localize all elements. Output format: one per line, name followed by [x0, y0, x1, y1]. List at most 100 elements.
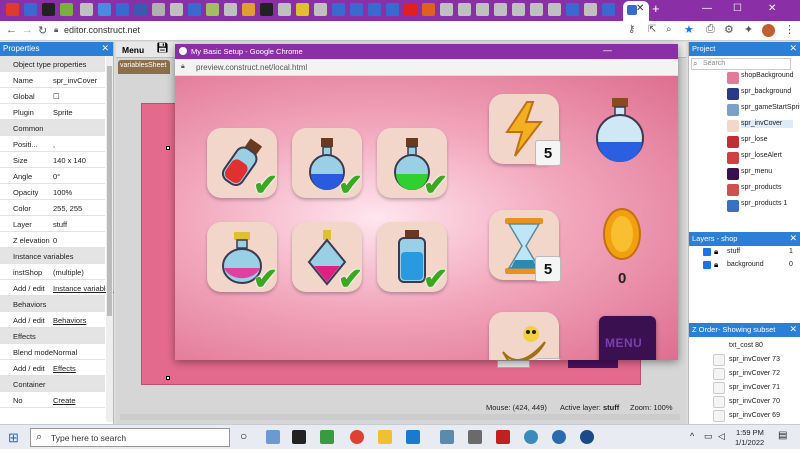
tab-favicon[interactable] [116, 3, 129, 16]
property-section[interactable]: Object type properties [0, 56, 105, 72]
share-icon[interactable]: ⇱ [648, 24, 656, 35]
property-value[interactable]: 0° [53, 172, 60, 181]
property-link[interactable]: Create [53, 396, 76, 405]
tab-favicon[interactable] [98, 3, 111, 16]
active-tab[interactable]: ✕ [623, 1, 649, 21]
forward-icon[interactable]: → [22, 24, 33, 36]
tab-favicon[interactable] [602, 3, 615, 16]
chrome-taskbar-icon[interactable] [350, 430, 364, 444]
tab-variables-sheet[interactable]: variablesSheet [118, 60, 170, 74]
potion-card[interactable]: ✔ [292, 128, 363, 202]
property-value[interactable]: , [53, 140, 55, 149]
property-link[interactable]: Behaviors [53, 316, 86, 325]
maximize-icon[interactable]: ☐ [733, 3, 742, 14]
back-icon[interactable]: ← [6, 24, 17, 36]
reload-icon[interactable]: ↻ [38, 24, 47, 37]
project-item[interactable]: spr_menu [741, 168, 793, 176]
layer-item[interactable]: background [727, 261, 764, 268]
minimize-icon[interactable]: — [603, 45, 612, 55]
tab-favicon[interactable] [368, 3, 381, 16]
tab-favicon[interactable] [566, 3, 579, 16]
tab-favicon[interactable] [332, 3, 345, 16]
property-value[interactable]: 140 x 140 [53, 156, 86, 165]
zorder-item[interactable]: spr_invCover 72 [729, 370, 780, 377]
minimize-icon[interactable]: — [702, 3, 712, 14]
property-section[interactable]: Common [0, 120, 105, 136]
potion-card[interactable]: ✔ [207, 128, 278, 202]
tab-favicon[interactable] [422, 3, 435, 16]
tab-favicon[interactable] [24, 3, 37, 16]
property-value[interactable]: stuff [53, 220, 67, 229]
vertical-scrollbar[interactable] [106, 56, 113, 422]
settings-icon[interactable]: ⚙ [724, 23, 734, 36]
project-item[interactable]: spr_loseAlert [741, 152, 793, 160]
lock-icon[interactable]: 🔒︎ [54, 25, 58, 35]
tab-favicon[interactable] [458, 3, 471, 16]
zorder-item[interactable]: spr_invCover 69 [729, 412, 780, 419]
tab-favicon[interactable] [80, 3, 93, 16]
tab-favicon[interactable] [60, 3, 73, 16]
tab-favicon[interactable] [188, 3, 201, 16]
app-icon[interactable] [468, 430, 482, 444]
tab-favicon[interactable] [224, 3, 237, 16]
property-value[interactable]: (multiple) [53, 268, 84, 277]
powerup-card[interactable]: 5 [489, 312, 561, 360]
tab-favicon[interactable] [42, 3, 55, 16]
close-icon[interactable]: ✕ [789, 324, 797, 335]
clock-date[interactable]: 1/1/2022 [735, 438, 764, 447]
close-icon[interactable]: ✕ [101, 43, 109, 54]
close-icon[interactable]: ✕ [789, 233, 797, 244]
tab-favicon[interactable] [512, 3, 525, 16]
more-menu-icon[interactable]: ⋮ [784, 23, 795, 36]
app-icon[interactable] [524, 430, 538, 444]
app-icon[interactable] [320, 430, 334, 444]
property-value[interactable]: 100% [53, 188, 72, 197]
tray-chevron-icon[interactable]: ^ [690, 431, 694, 441]
property-section[interactable]: Container [0, 376, 105, 392]
tab-favicon[interactable] [170, 3, 183, 16]
potion-card[interactable]: ✔ [377, 222, 448, 296]
scrollbar-thumb[interactable] [107, 66, 112, 316]
tab-favicon[interactable] [6, 3, 19, 16]
tab-favicon[interactable] [278, 3, 291, 16]
notifications-icon[interactable]: ▤ [778, 430, 787, 441]
menu-button[interactable]: Menu [122, 45, 144, 55]
tab-favicon[interactable] [296, 3, 309, 16]
bookmark-star-icon[interactable]: ★ [684, 23, 694, 36]
tab-favicon[interactable] [530, 3, 543, 16]
app-icon[interactable] [580, 430, 594, 444]
project-search[interactable]: ⌕ Search [691, 58, 791, 70]
layer-visible-checkbox[interactable] [703, 261, 711, 269]
property-link[interactable]: Effects [53, 364, 76, 373]
file-explorer-icon[interactable] [378, 430, 392, 444]
selection-handle[interactable] [166, 146, 170, 150]
tab-favicon[interactable] [476, 3, 489, 16]
property-section[interactable]: Behaviors [0, 296, 105, 312]
windows-start-icon[interactable]: ⊞ [8, 430, 19, 446]
property-section[interactable]: Instance variables [0, 248, 105, 264]
project-item[interactable]: spr_invCover [741, 120, 793, 128]
new-tab-icon[interactable]: + [652, 1, 660, 16]
tab-favicon[interactable] [152, 3, 165, 16]
property-link[interactable]: Instance variables [53, 284, 113, 293]
volume-icon[interactable]: ◁ [718, 431, 725, 442]
profile-avatar[interactable] [762, 24, 775, 37]
selection-handle[interactable] [166, 376, 170, 380]
project-item[interactable]: spr_lose [741, 136, 793, 144]
tab-favicon[interactable] [242, 3, 255, 16]
app-icon[interactable] [266, 430, 280, 444]
tab-favicon[interactable] [494, 3, 507, 16]
tab-favicon[interactable] [404, 3, 417, 16]
menu-game-button[interactable]: MENU [599, 316, 656, 360]
tab-favicon[interactable] [260, 3, 273, 16]
canvas-object[interactable] [497, 360, 530, 368]
tab-favicon[interactable] [584, 3, 597, 16]
key-icon[interactable]: ⚷ [628, 24, 635, 35]
network-icon[interactable]: ▭ [704, 431, 713, 442]
canvas-object[interactable] [568, 360, 618, 368]
tab-favicon[interactable] [440, 3, 453, 16]
property-value[interactable]: 255, 255 [53, 204, 82, 213]
potion-card[interactable]: ✔ [292, 222, 363, 296]
app-icon[interactable] [440, 430, 454, 444]
potion-card[interactable]: ✔ [377, 128, 448, 202]
